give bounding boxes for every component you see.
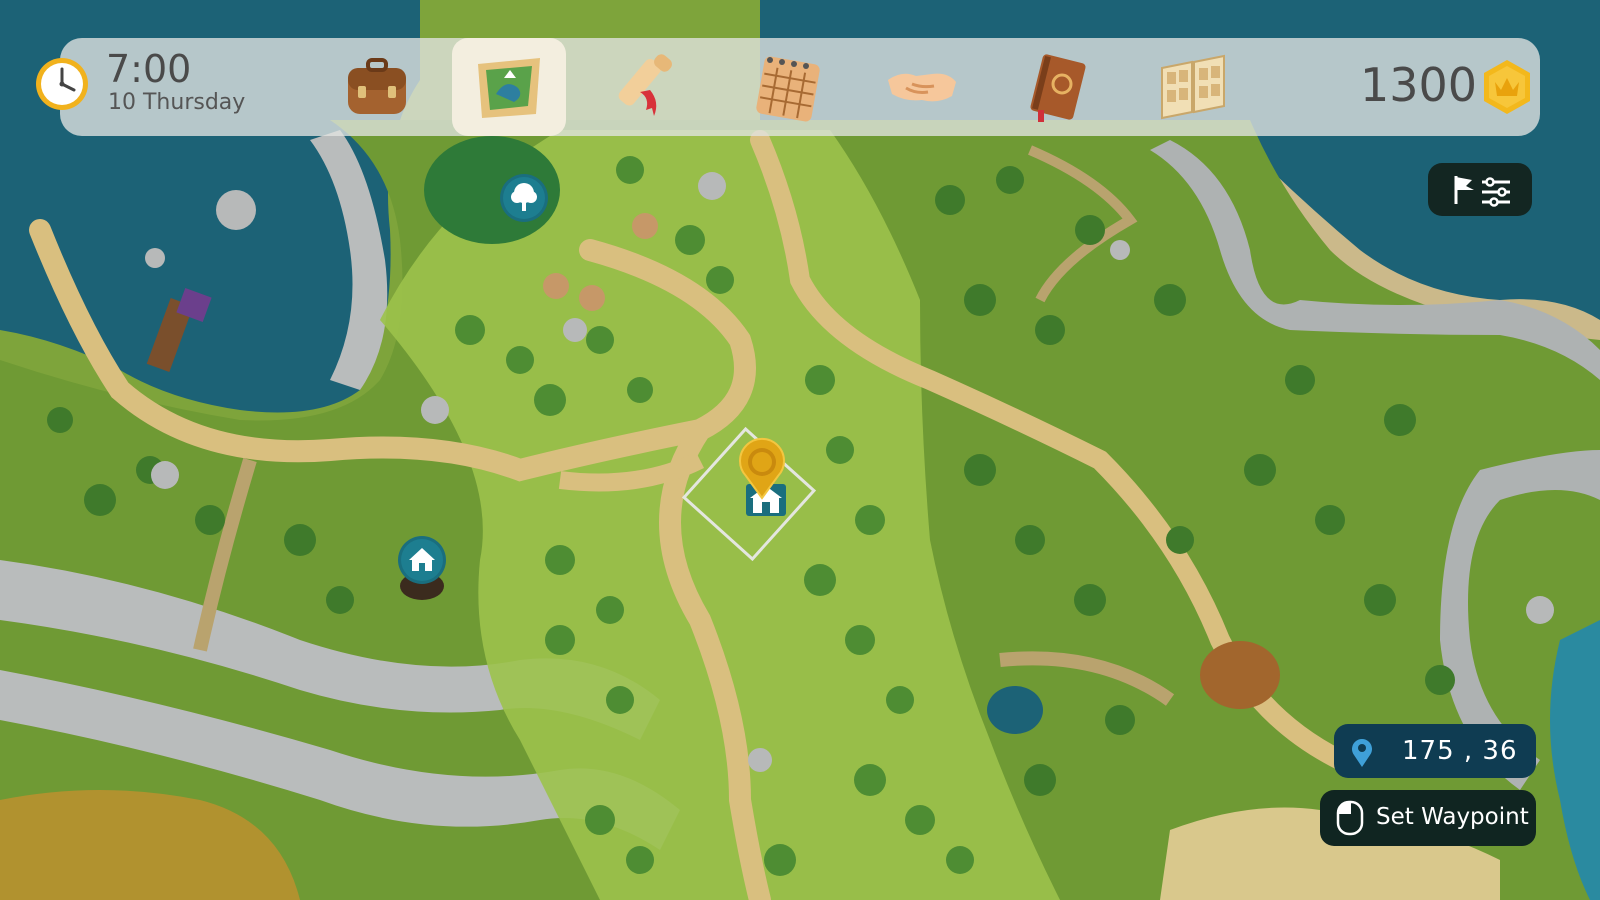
calendar-icon <box>756 56 820 122</box>
house-marker-icon[interactable] <box>396 534 448 602</box>
game-date: 10 Thursday <box>108 90 246 115</box>
tab-collection[interactable] <box>1136 38 1250 136</box>
tab-calendar[interactable] <box>730 38 844 136</box>
map-icon <box>478 58 540 118</box>
tab-relationships[interactable] <box>864 38 978 136</box>
coin-count: 1300 <box>1360 58 1478 112</box>
tab-quests[interactable] <box>592 38 706 136</box>
book-icon <box>1030 54 1086 122</box>
backpack-icon <box>348 58 406 114</box>
flag-filter-icon <box>1454 175 1510 207</box>
map-filter-button[interactable] <box>1428 163 1532 216</box>
tree-marker-icon[interactable] <box>498 172 550 224</box>
game-time: 7:00 <box>106 47 192 91</box>
tab-map[interactable] <box>452 38 566 136</box>
handshake-icon <box>888 73 956 102</box>
coordinates-display: 175 , 36 <box>1334 724 1536 778</box>
set-waypoint-button[interactable]: Set Waypoint <box>1320 790 1536 846</box>
album-icon <box>1161 54 1225 120</box>
clock-icon <box>36 58 88 110</box>
coin-icon <box>1484 60 1530 114</box>
tab-journal[interactable] <box>1000 38 1114 136</box>
tab-inventory[interactable] <box>320 38 434 136</box>
player-marker-icon <box>739 437 785 500</box>
scroll-icon <box>618 54 672 116</box>
mouse-click-icon <box>1336 800 1364 836</box>
coordinates-text: 175 , 36 <box>1402 736 1518 766</box>
set-waypoint-label: Set Waypoint <box>1376 804 1529 830</box>
location-pin-icon <box>1352 739 1372 767</box>
